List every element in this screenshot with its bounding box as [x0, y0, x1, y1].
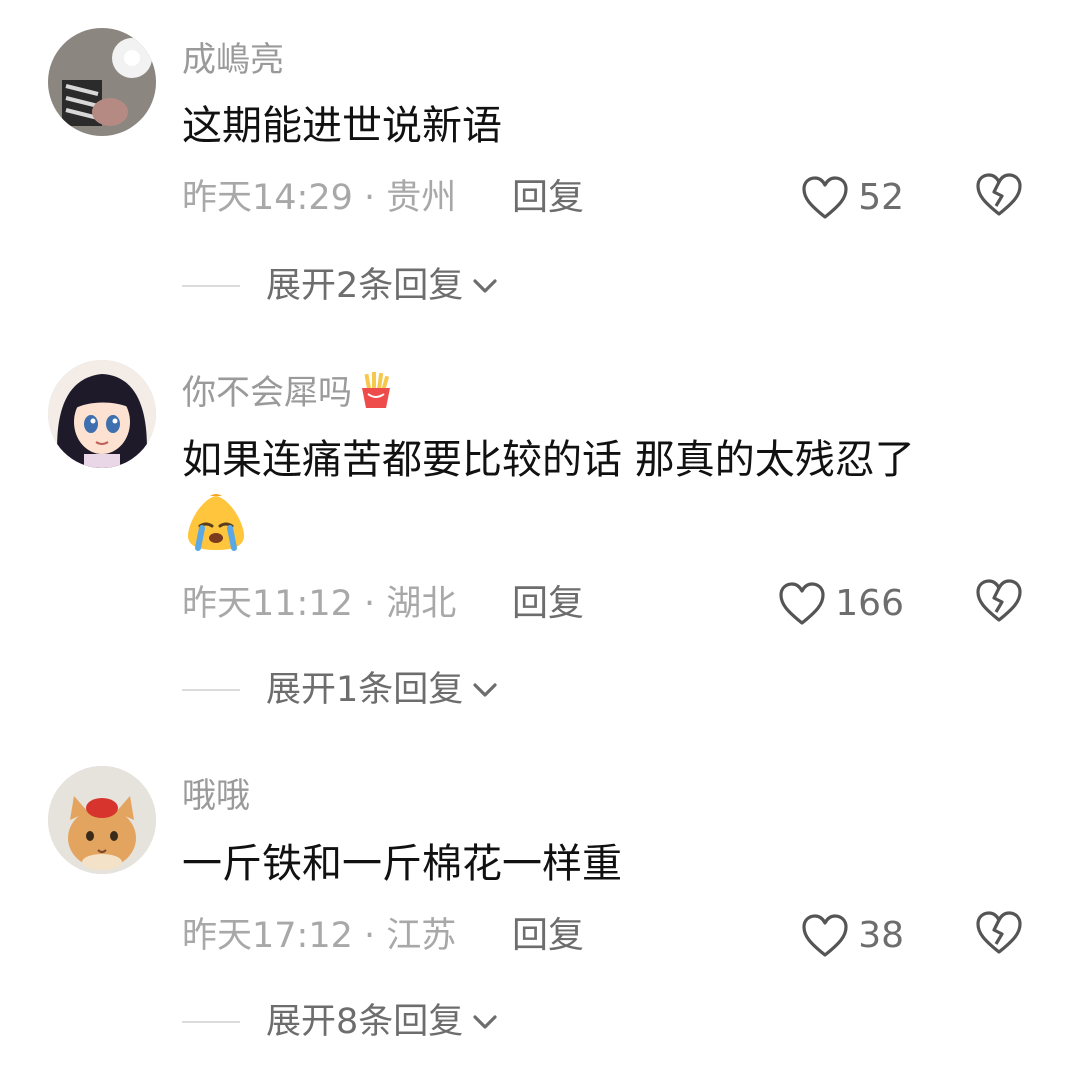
crying-face-emoji — [182, 492, 250, 552]
comment-text: 如果连痛苦都要比较的话 那真的太残忍了 — [182, 437, 915, 483]
heart-outline-icon — [779, 582, 825, 625]
reply-button[interactable]: 回复 — [512, 176, 584, 220]
heart-outline-icon — [802, 176, 848, 219]
broken-heart-icon[interactable] — [974, 172, 1024, 218]
expand-replies-label: 展开1条回复 — [266, 670, 464, 710]
timestamp: 昨天11:12 — [182, 584, 353, 624]
username-text: 你不会犀吗 — [182, 373, 352, 413]
like-button[interactable]: 52 — [800, 172, 904, 224]
expand-replies[interactable]: 展开1条回复 — [182, 668, 499, 712]
comment-meta: 昨天17:12 · 江苏 — [182, 914, 456, 958]
username[interactable]: 成嶋亮 — [182, 40, 284, 80]
comment-meta: 昨天14:29 · 贵州 — [182, 176, 456, 220]
timestamp: 昨天17:12 — [182, 916, 353, 956]
avatar[interactable] — [48, 28, 156, 136]
expand-replies-label: 展开8条回复 — [266, 1002, 464, 1042]
expand-replies[interactable]: 展开2条回复 — [182, 264, 499, 308]
comment-text: 这期能进世说新语 — [182, 103, 502, 149]
reply-button[interactable]: 回复 — [512, 914, 584, 958]
broken-heart-icon[interactable] — [974, 910, 1024, 956]
chevron-down-icon — [473, 1015, 497, 1029]
like-count: 52 — [858, 177, 904, 218]
like-count: 166 — [835, 583, 904, 624]
timestamp: 昨天14:29 — [182, 178, 353, 218]
divider-line — [182, 285, 240, 287]
divider-line — [182, 689, 240, 691]
fries-emoji — [356, 370, 396, 419]
location: · 湖北 — [364, 584, 457, 624]
like-button[interactable]: 38 — [800, 910, 904, 962]
location: · 贵州 — [364, 178, 457, 218]
comment-text: 一斤铁和一斤棉花一样重 — [182, 841, 622, 887]
username[interactable]: 哦哦 — [182, 776, 250, 816]
username[interactable]: 你不会犀吗 — [182, 370, 396, 419]
expand-replies-label: 展开2条回复 — [266, 266, 464, 306]
chevron-down-icon — [473, 279, 497, 293]
heart-outline-icon — [802, 914, 848, 957]
location: · 江苏 — [364, 916, 457, 956]
reply-button[interactable]: 回复 — [512, 582, 584, 626]
comment-meta: 昨天11:12 · 湖北 — [182, 582, 456, 626]
avatar[interactable] — [48, 360, 156, 468]
expand-replies[interactable]: 展开8条回复 — [182, 1000, 499, 1044]
avatar[interactable] — [48, 766, 156, 874]
like-button[interactable]: 166 — [777, 578, 904, 630]
chevron-down-icon — [473, 683, 497, 697]
broken-heart-icon[interactable] — [974, 578, 1024, 624]
divider-line — [182, 1021, 240, 1023]
like-count: 38 — [858, 915, 904, 956]
